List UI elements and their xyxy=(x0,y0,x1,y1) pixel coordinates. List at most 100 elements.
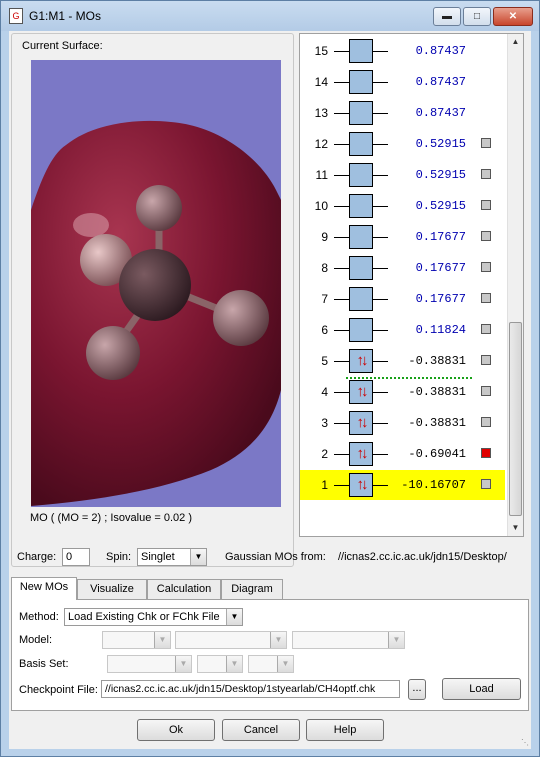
mo-energy: 0.52915 xyxy=(415,168,466,182)
mo-level-box xyxy=(349,163,373,187)
mo-row[interactable]: 14 0.87437 xyxy=(300,67,505,97)
mo-number: 12 xyxy=(314,137,328,151)
document-icon: G xyxy=(9,8,23,24)
checkpoint-label: Checkpoint File: xyxy=(19,684,98,696)
checkpoint-file-input[interactable]: //icnas2.cc.ic.ac.uk/jdn15/Desktop/1stye… xyxy=(101,680,400,698)
mo-level-box: ↑↓ xyxy=(349,411,373,435)
method-select[interactable]: Load Existing Chk or FChk File ▼ xyxy=(64,608,243,626)
minimize-button[interactable]: ▬ xyxy=(433,7,461,26)
mo-row[interactable]: 6 0.11824 xyxy=(300,315,505,345)
browse-button[interactable]: ... xyxy=(408,679,426,700)
source-label: Gaussian MOs from: xyxy=(225,551,326,563)
mo-row[interactable]: 13 0.87437 xyxy=(300,98,505,128)
mo-row[interactable]: 10 0.52915 xyxy=(300,191,505,221)
tab-visualize[interactable]: Visualize xyxy=(77,579,147,599)
mo-number: 14 xyxy=(314,75,328,89)
mo-surface-checkbox[interactable] xyxy=(481,293,491,303)
mo-row[interactable]: 8 0.17677 xyxy=(300,253,505,283)
window-title: G1:M1 - MOs xyxy=(29,9,102,23)
chevron-down-icon: ▼ xyxy=(154,632,170,648)
spin-arrows-icon: ↑↓ xyxy=(356,414,369,431)
mo-surface-checkbox[interactable] xyxy=(481,231,491,241)
current-surface-label: Current Surface: xyxy=(22,40,103,52)
basis-diffuse-select[interactable]: ▼ xyxy=(248,655,294,673)
mo-surface-checkbox[interactable] xyxy=(481,479,491,489)
basis-polar-select[interactable]: ▼ xyxy=(197,655,243,673)
close-button[interactable]: ✕ xyxy=(493,7,533,26)
mo-energy: -0.38831 xyxy=(408,354,466,368)
method-select-value: Load Existing Chk or FChk File xyxy=(68,611,220,623)
load-button[interactable]: Load xyxy=(442,678,521,700)
molecule-viewer[interactable] xyxy=(31,60,281,507)
model-label: Model: xyxy=(19,634,53,646)
basis-set-select[interactable]: ▼ xyxy=(107,655,192,673)
spin-label: Spin: xyxy=(106,551,132,563)
mo-energy-list[interactable]: 15 0.87437 14 0.87437 13 0.87437 12 0.52915 11 0.… xyxy=(299,33,524,537)
model-option-select[interactable]: ▼ xyxy=(175,631,287,649)
cancel-button[interactable]: Cancel xyxy=(222,719,300,741)
mo-number: 5 xyxy=(321,354,328,368)
mo-row[interactable]: 11 0.52915 xyxy=(300,160,505,190)
mo-surface-checkbox[interactable] xyxy=(481,138,491,148)
mo-caption: MO ( (MO = 2) ; Isovalue = 0.02 ) xyxy=(30,512,192,524)
basis-set-label: Basis Set: xyxy=(19,658,69,670)
mo-number: 3 xyxy=(321,416,328,430)
tab-new-mos[interactable]: New MOs xyxy=(11,577,77,600)
method-label: Method: xyxy=(19,611,59,623)
mo-number: 15 xyxy=(314,44,328,58)
mo-surface-checkbox[interactable] xyxy=(481,324,491,334)
mo-energy: -0.38831 xyxy=(408,385,466,399)
mo-energy: 0.17677 xyxy=(415,292,466,306)
dialog-buttons: Ok Cancel Help ⋱ xyxy=(9,713,531,749)
spin-arrows-icon: ↑↓ xyxy=(356,352,369,369)
mo-number: 13 xyxy=(314,106,328,120)
charge-field[interactable]: 0 xyxy=(62,548,90,566)
tab-calculation[interactable]: Calculation xyxy=(147,579,221,599)
mo-energy: -10.16707 xyxy=(401,478,466,492)
mo-row[interactable]: 4 ↑↓ -0.38831 xyxy=(300,377,505,407)
help-button[interactable]: Help xyxy=(306,719,384,741)
mo-row[interactable]: 5 ↑↓ -0.38831 xyxy=(300,346,505,376)
mo-number: 6 xyxy=(321,323,328,337)
title-bar[interactable]: G G1:M1 - MOs ▬ □ ✕ xyxy=(1,1,539,31)
mo-surface-checkbox[interactable] xyxy=(481,355,491,365)
mo-surface-checkbox[interactable] xyxy=(481,169,491,179)
source-path: //icnas2.cc.ic.ac.uk/jdn15/Desktop/ xyxy=(338,551,507,563)
mo-row[interactable]: 12 0.52915 xyxy=(300,129,505,159)
mo-row[interactable]: 15 0.87437 xyxy=(300,36,505,66)
model-extra-select[interactable]: ▼ xyxy=(292,631,405,649)
resize-grip-icon[interactable]: ⋱ xyxy=(521,738,529,747)
ok-button[interactable]: Ok xyxy=(137,719,215,741)
mo-surface-checkbox[interactable] xyxy=(481,262,491,272)
mo-level-box: ↑↓ xyxy=(349,473,373,497)
current-surface-group: Current Surface: MO ((MO = 2) ; Isovalu… xyxy=(11,33,294,567)
mo-row[interactable]: 1 ↑↓ -10.16707 xyxy=(300,470,505,500)
model-method-select[interactable]: ▼ xyxy=(102,631,171,649)
scroll-down-icon[interactable]: ▼ xyxy=(508,520,523,536)
mo-surface-checkbox[interactable] xyxy=(481,386,491,396)
mo-energy: 0.11824 xyxy=(415,323,466,337)
mo-surface-checkbox[interactable] xyxy=(481,417,491,427)
scroll-up-icon[interactable]: ▲ xyxy=(508,34,523,50)
spin-select[interactable]: Singlet ▼ xyxy=(137,548,207,566)
mo-row[interactable]: 3 ↑↓ -0.38831 xyxy=(300,408,505,438)
tab-diagram[interactable]: Diagram xyxy=(221,579,283,599)
mo-row[interactable]: 7 0.17677 xyxy=(300,284,505,314)
mo-number: 2 xyxy=(321,447,328,461)
mo-row[interactable]: 2 ↑↓ -0.69041 xyxy=(300,439,505,469)
scroll-thumb[interactable] xyxy=(509,322,522,516)
mo-energy: 0.17677 xyxy=(415,230,466,244)
mo-level-box: ↑↓ xyxy=(349,349,373,373)
new-mos-panel: Method: Load Existing Chk or FChk File ▼… xyxy=(11,599,529,711)
mo-surface-checkbox[interactable] xyxy=(481,200,491,210)
mo-energy: -0.38831 xyxy=(408,416,466,430)
maximize-button[interactable]: □ xyxy=(463,7,491,26)
mo-energy: 0.87437 xyxy=(415,106,466,120)
mo-list-scrollbar[interactable]: ▲ ▼ xyxy=(507,34,523,536)
chevron-down-icon: ▼ xyxy=(226,656,242,672)
mo-row[interactable]: 9 0.17677 xyxy=(300,222,505,252)
chevron-down-icon: ▼ xyxy=(277,656,293,672)
mo-level-box xyxy=(349,256,373,280)
mo-energy: 0.87437 xyxy=(415,75,466,89)
mo-surface-checkbox[interactable] xyxy=(481,448,491,458)
